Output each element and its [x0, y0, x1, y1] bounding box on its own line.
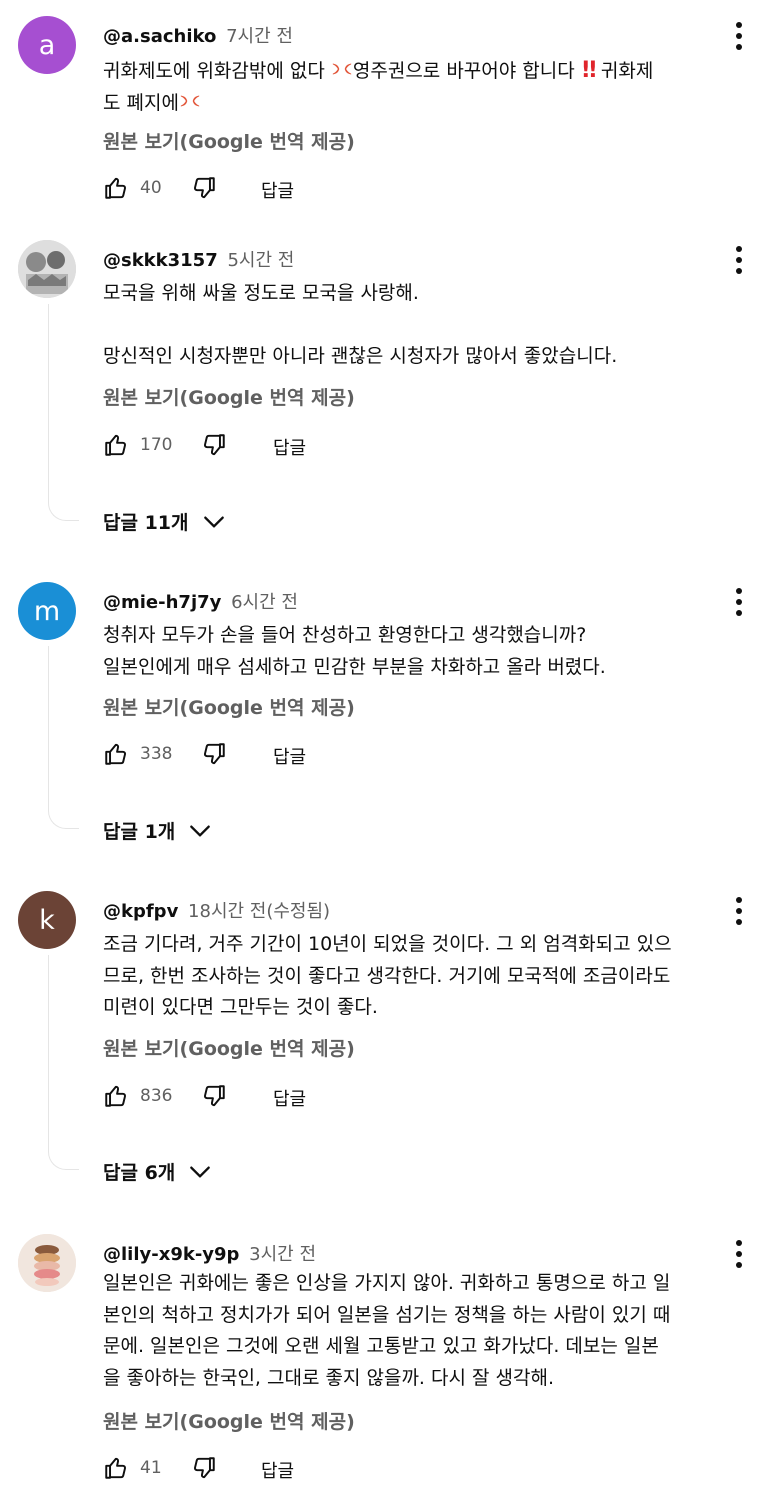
reply-button[interactable]: 답글 [273, 743, 306, 769]
reply-button[interactable]: 답글 [261, 1457, 294, 1483]
thumb-down-icon[interactable] [201, 1083, 227, 1109]
reply-button[interactable]: 답글 [261, 177, 294, 203]
comment-text: 일본인은 귀화에는 좋은 인상을 가지지 않아. 귀화하고 통명으로 하고 일 … [103, 1272, 671, 1389]
more-vert-icon[interactable] [724, 18, 754, 54]
view-replies-button[interactable]: 답글 1개 [103, 817, 213, 844]
see-original-link[interactable]: 원본 보기(Google 번역 제공) [103, 383, 355, 410]
thumb-down-icon[interactable] [201, 741, 227, 767]
thumb-down-icon[interactable] [191, 1455, 217, 1481]
comment-text: 조금 기다려, 거주 기간이 10년이 되었을 것이다. 그 외 엄격화되고 있… [103, 933, 672, 1018]
thumb-down-icon[interactable] [201, 432, 227, 458]
comment-text-part: 영주권으로 바꾸어야 합니다 [352, 60, 581, 82]
more-vert-icon[interactable] [724, 1236, 754, 1272]
avatar[interactable] [18, 1234, 76, 1292]
comment-header: @lily-x9k-y9p 3시간 전 [103, 1240, 316, 1266]
like-count: 41 [140, 1458, 162, 1478]
thumb-up-icon[interactable] [103, 175, 129, 201]
anger-emoji [179, 90, 201, 112]
comment-time[interactable]: 18시간 전(수정됨) [188, 901, 330, 922]
comment-actions: 40 답글 [103, 169, 403, 209]
avatar[interactable]: k [18, 891, 76, 949]
avatar-letter: k [39, 904, 55, 936]
double-exclamation-emoji: !! [580, 58, 598, 83]
comment-header: @kpfpv 18시간 전(수정됨) [103, 897, 330, 923]
chevron-down-icon [201, 509, 227, 535]
see-original-link[interactable]: 원본 보기(Google 번역 제공) [103, 1034, 355, 1061]
comment-header: @a.sachiko 7시간 전 [103, 22, 293, 48]
like-count: 338 [140, 744, 173, 764]
chevron-down-icon [187, 1159, 213, 1185]
view-replies-button[interactable]: 답글 6개 [103, 1158, 213, 1185]
comment-time[interactable]: 6시간 전 [231, 592, 298, 613]
reply-button[interactable]: 답글 [273, 1085, 306, 1111]
thumb-up-icon[interactable] [103, 1083, 129, 1109]
replies-count: 답글 1개 [103, 821, 176, 843]
avatar-letter: m [33, 595, 61, 627]
comment-actions: 338 답글 [103, 735, 403, 775]
more-vert-icon[interactable] [724, 584, 754, 620]
comment-author[interactable]: @skkk3157 [103, 250, 218, 271]
see-original-link[interactable]: 원본 보기(Google 번역 제공) [103, 127, 355, 154]
avatar-letter: a [38, 29, 56, 61]
thread-line [48, 304, 79, 521]
thumb-up-icon[interactable] [103, 741, 129, 767]
thumb-up-icon[interactable] [103, 432, 129, 458]
comment-header: @mie-h7j7y 6시간 전 [103, 588, 298, 614]
thumb-down-icon[interactable] [191, 175, 217, 201]
avatar[interactable]: a [18, 16, 76, 74]
thumb-up-icon[interactable] [103, 1455, 129, 1481]
comment-author[interactable]: @kpfpv [103, 901, 178, 922]
comment-header: @skkk3157 5시간 전 [103, 246, 294, 272]
see-original-link[interactable]: 원본 보기(Google 번역 제공) [103, 1407, 355, 1434]
replies-count: 답글 11개 [103, 512, 189, 534]
avatar-image [18, 1234, 76, 1292]
more-vert-icon[interactable] [724, 893, 754, 929]
comment-text: 귀화제도에 위화감밖에 없다 영주권으로 바꾸어야 합니다 !! 귀화제 도 폐… [103, 55, 763, 119]
comment-actions: 836 답글 [103, 1077, 403, 1117]
like-count: 836 [140, 1086, 173, 1106]
like-count: 40 [140, 178, 162, 198]
avatar[interactable] [18, 240, 76, 298]
replies-count: 답글 6개 [103, 1162, 176, 1184]
more-vert-icon[interactable] [724, 242, 754, 278]
comment-text: 청취자 모두가 손을 들어 찬성하고 환영한다고 생각했습니까? 일본인에게 매… [103, 624, 606, 678]
chevron-down-icon [187, 818, 213, 844]
comment-author[interactable]: @a.sachiko [103, 26, 216, 47]
see-original-link[interactable]: 원본 보기(Google 번역 제공) [103, 693, 355, 720]
comment-author[interactable]: @mie-h7j7y [103, 592, 221, 613]
avatar[interactable]: m [18, 582, 76, 640]
comment-time[interactable]: 7시간 전 [226, 26, 293, 47]
like-count: 170 [140, 435, 173, 455]
reply-button[interactable]: 답글 [273, 434, 306, 460]
comment-time[interactable]: 5시간 전 [227, 250, 294, 271]
comment-time[interactable]: 3시간 전 [249, 1244, 316, 1265]
view-replies-button[interactable]: 답글 11개 [103, 508, 227, 535]
comment-actions: 41 답글 [103, 1449, 403, 1489]
avatar-image [18, 240, 76, 298]
anger-emoji [331, 58, 353, 80]
comment-text: 모국을 위해 싸울 정도로 모국을 사랑해. 망신적인 시청자뿐만 아니라 괜찮… [103, 282, 618, 367]
comment-author[interactable]: @lily-x9k-y9p [103, 1244, 239, 1265]
comment-text-part: 귀화제도에 위화감밖에 없다 [103, 60, 331, 82]
comment-actions: 170 답글 [103, 426, 403, 466]
thread-line [48, 646, 79, 829]
thread-line [48, 955, 79, 1170]
